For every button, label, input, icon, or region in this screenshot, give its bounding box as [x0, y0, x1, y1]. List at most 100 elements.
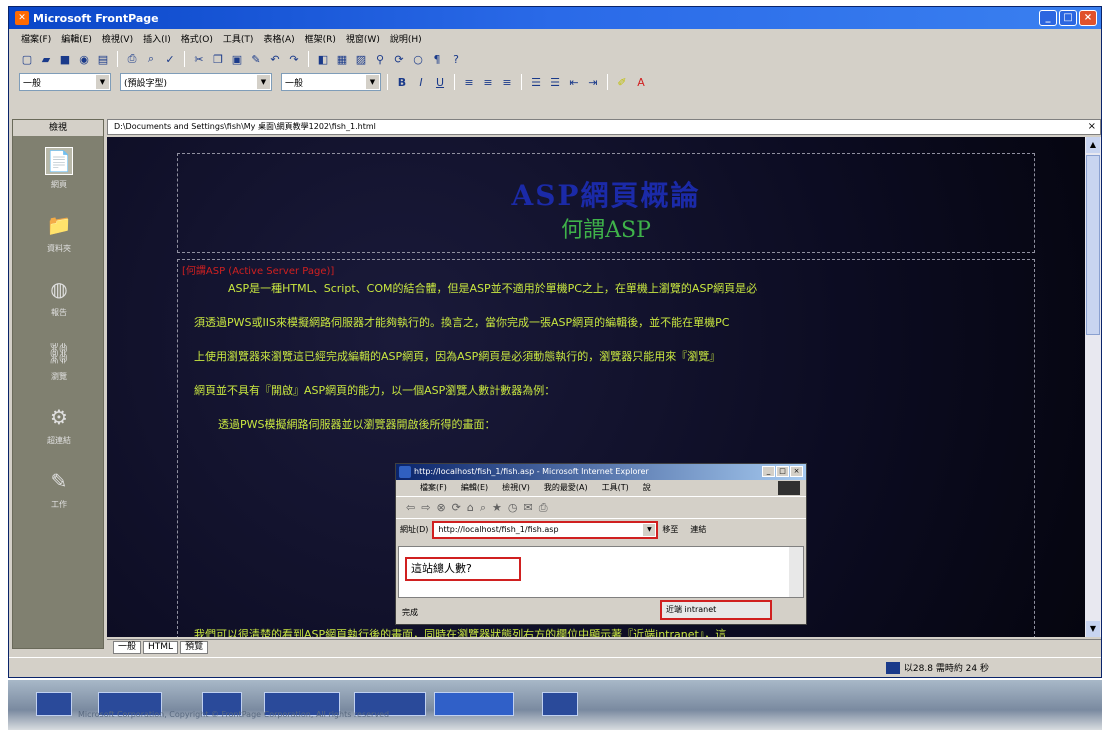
navigation-view-icon: ⛓	[46, 340, 72, 365]
size-value: 一般	[285, 78, 304, 89]
scroll-up-icon[interactable]: ▲	[1086, 137, 1100, 153]
intranet-zone: 近端 intranet	[660, 600, 772, 620]
redo-icon[interactable]: ↷	[286, 51, 302, 67]
insert-picture-icon[interactable]: ▨	[353, 51, 369, 67]
copy-icon[interactable]: ❐	[210, 51, 226, 67]
format-painter-icon[interactable]: ✎	[248, 51, 264, 67]
view-page[interactable]: 📄 網頁	[13, 136, 105, 200]
ie-menu-view: 檢視(V)	[502, 483, 530, 492]
insert-component-icon[interactable]: ◧	[315, 51, 331, 67]
close-icon[interactable]: ×	[1088, 120, 1096, 134]
forward-icon: ⇨	[421, 501, 431, 514]
menu-insert[interactable]: 插入(I)	[143, 32, 171, 45]
tab-html[interactable]: HTML	[143, 641, 179, 654]
align-center-icon[interactable]: ≡	[480, 74, 496, 90]
download-time-text: 以28.8 需時約 24 秒	[903, 664, 989, 674]
section-label: [何謂ASP (Active Server Page)]	[182, 266, 335, 277]
highlight-icon[interactable]: ✐	[614, 74, 630, 90]
go-button: 移至	[662, 525, 679, 534]
window-controls: _ □ ×	[1039, 10, 1097, 26]
toolbar-separator	[184, 51, 185, 67]
help-icon[interactable]: ?	[448, 51, 464, 67]
font-select[interactable]: (預設字型) ▼	[120, 73, 272, 91]
favorites-icon: ★	[492, 501, 502, 514]
footer-button	[434, 692, 514, 716]
save-icon[interactable]: ■	[57, 51, 73, 67]
font-color-icon[interactable]: A	[633, 74, 649, 90]
address-value: http://localhost/fish_1/fish.asp	[438, 525, 559, 534]
bold-icon[interactable]: B	[394, 74, 410, 90]
view-hyperlinks[interactable]: ⚙ 超連結	[13, 392, 105, 456]
publish-icon[interactable]: ◉	[76, 51, 92, 67]
scroll-down-icon[interactable]: ▼	[1086, 621, 1100, 637]
address-label: 網址(D)	[400, 525, 429, 534]
tab-preview[interactable]: 預覽	[180, 641, 209, 654]
title-bar: ✕ Microsoft FrontPage _ □ ×	[9, 7, 1101, 29]
minimize-button[interactable]: _	[1039, 10, 1057, 26]
menu-window[interactable]: 視窗(W)	[346, 32, 380, 45]
ie-window-controls: _ □ ×	[762, 466, 803, 477]
views-bar: 檢視 📄 網頁 📁 資料夾 ◍ 報告 ⛓ 瀏覽 ⚙ 超連結 ✎ 工作	[12, 119, 104, 649]
chevron-down-icon: ▼	[257, 75, 270, 89]
numbering-icon[interactable]: ☰	[528, 74, 544, 90]
menu-tools[interactable]: 工具(T)	[223, 32, 254, 45]
align-right-icon[interactable]: ≡	[499, 74, 515, 90]
view-tabs: 一般 HTML 預覽	[107, 639, 1101, 655]
style-select[interactable]: 一般 ▼	[19, 73, 111, 91]
ie-title-bar: http://localhost/fish_1/fish.asp - Micro…	[396, 464, 806, 480]
banner-subtitle: 何謂ASP	[561, 218, 651, 243]
new-page-icon[interactable]: ▢	[19, 51, 35, 67]
menu-view[interactable]: 檢視(V)	[102, 32, 133, 45]
paste-icon[interactable]: ▣	[229, 51, 245, 67]
maximize-button[interactable]: □	[1059, 10, 1077, 26]
toolbar-separator	[454, 74, 455, 90]
history-icon: ◷	[507, 501, 518, 514]
underline-icon[interactable]: U	[432, 74, 448, 90]
banner-frame: ASP網頁概論 何謂ASP	[177, 153, 1035, 253]
scroll-thumb[interactable]	[1086, 155, 1100, 335]
align-left-icon[interactable]: ≡	[461, 74, 477, 90]
decrease-indent-icon[interactable]: ⇤	[566, 74, 582, 90]
refresh-icon[interactable]: ⟳	[391, 51, 407, 67]
show-all-icon[interactable]: ¶	[429, 51, 445, 67]
ie-logo-icon	[399, 466, 411, 478]
view-folders[interactable]: 📁 資料夾	[13, 200, 105, 264]
view-reports[interactable]: ◍ 報告	[13, 264, 105, 328]
cut-icon[interactable]: ✂	[191, 51, 207, 67]
address-field: http://localhost/fish_1/fish.asp ▼	[432, 520, 659, 539]
chevron-down-icon: ▼	[96, 75, 109, 89]
spelling-icon[interactable]: ✓	[162, 51, 178, 67]
menu-help[interactable]: 說明(H)	[390, 32, 422, 45]
italic-icon[interactable]: I	[413, 74, 429, 90]
hyperlink-icon[interactable]: ⚲	[372, 51, 388, 67]
vertical-scrollbar[interactable]: ▲ ▼	[1085, 137, 1101, 637]
insert-table-icon[interactable]: ▦	[334, 51, 350, 67]
editor-canvas[interactable]: ASP網頁概論 何謂ASP [何謂ASP (Active Server Page…	[107, 137, 1085, 637]
print-icon[interactable]: ⎙	[124, 51, 140, 67]
stop-icon[interactable]: ○	[410, 51, 426, 67]
content-line-4: 網頁並不具有『開啟』ASP網頁的能力，以一個ASP瀏覽人數計數器為例：	[194, 384, 556, 397]
preview-icon[interactable]: ⌕	[143, 51, 159, 67]
ie-content: 這站總人數?	[398, 546, 804, 598]
size-select[interactable]: 一般 ▼	[281, 73, 381, 91]
home-icon: ⌂	[466, 501, 474, 514]
open-icon[interactable]: ▰	[38, 51, 54, 67]
menu-file[interactable]: 檔案(F)	[21, 32, 51, 45]
download-time: 以28.8 需時約 24 秒	[885, 661, 989, 674]
ie-minimize-icon: _	[762, 466, 775, 477]
view-navigation[interactable]: ⛓ 瀏覽	[13, 328, 105, 392]
close-button[interactable]: ×	[1079, 10, 1097, 26]
menu-frames[interactable]: 框架(R)	[305, 32, 336, 45]
folder-list-icon[interactable]: ▤	[95, 51, 111, 67]
tab-normal[interactable]: 一般	[113, 641, 142, 654]
bullets-icon[interactable]: ☰	[547, 74, 563, 90]
menu-format[interactable]: 格式(O)	[181, 32, 213, 45]
menu-table[interactable]: 表格(A)	[263, 32, 294, 45]
ie-menu-favorites: 我的最愛(A)	[543, 483, 588, 492]
view-tasks[interactable]: ✎ 工作	[13, 456, 105, 520]
undo-icon[interactable]: ↶	[267, 51, 283, 67]
back-icon: ⇦	[406, 501, 416, 514]
ie-close-icon: ×	[790, 466, 803, 477]
menu-edit[interactable]: 編輯(E)	[61, 32, 92, 45]
increase-indent-icon[interactable]: ⇥	[585, 74, 601, 90]
